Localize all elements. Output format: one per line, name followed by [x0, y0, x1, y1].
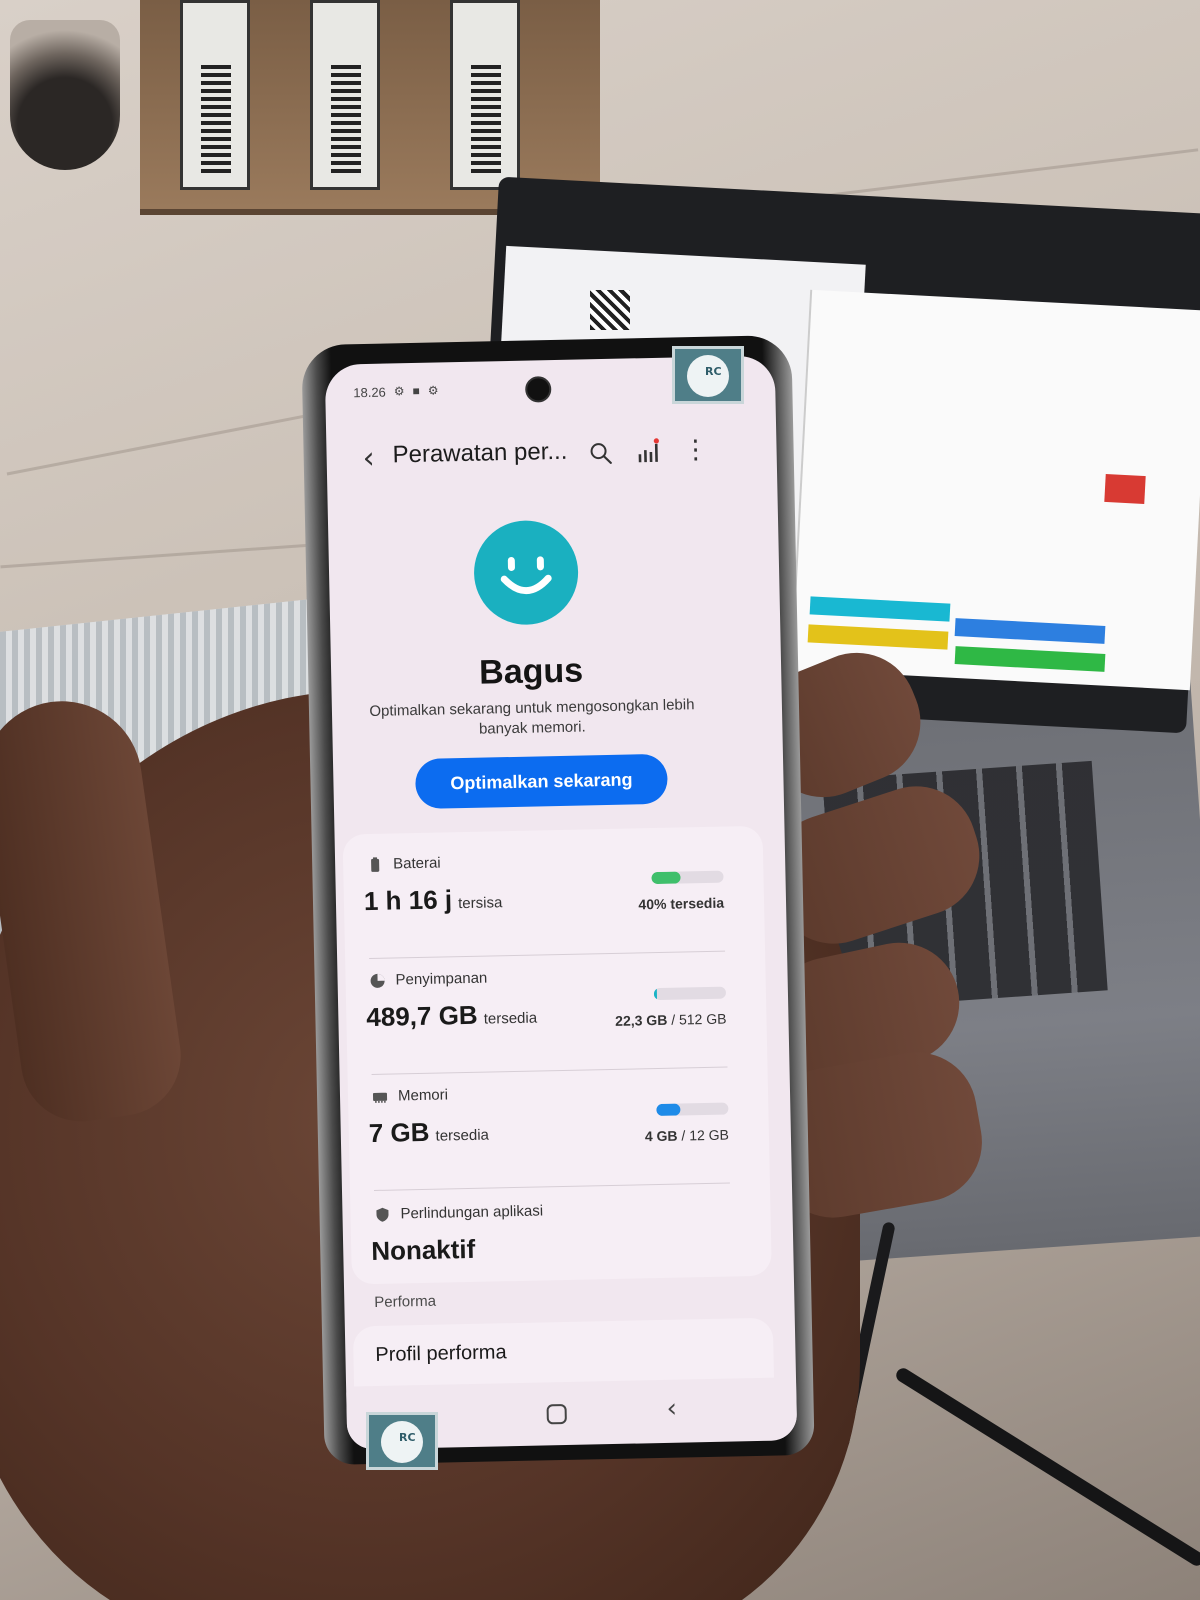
storage-used: 22,3 GB	[615, 1011, 668, 1029]
battery-value: 1 h 16 j tersisa	[364, 883, 503, 917]
battery-meter	[651, 870, 724, 885]
storage-meter	[653, 986, 727, 1001]
back-chevron-icon[interactable]: ‹	[350, 440, 387, 477]
battery-row[interactable]: Baterai 1 h 16 j tersisa 40% tersedia	[364, 849, 725, 956]
stats-icon[interactable]	[636, 438, 661, 464]
storage-header: Penyimpanan	[369, 970, 487, 989]
battery-meter-fill	[651, 871, 681, 885]
box-label	[450, 0, 520, 190]
gear-icon: ⚙	[427, 383, 439, 398]
storage-suffix: tersedia	[483, 1009, 538, 1028]
rc-sticker-bottom: RC	[366, 1412, 438, 1470]
performance-profile-item[interactable]: Profil performa	[352, 1317, 774, 1387]
battery-available: 40% tersedia	[638, 895, 724, 913]
back-button-icon[interactable]: ‹	[666, 1394, 677, 1424]
battery-icon	[371, 856, 380, 872]
storage-label: Penyimpanan	[395, 969, 488, 989]
search-icon[interactable]	[588, 441, 612, 465]
storage-meter-fill	[653, 988, 658, 1001]
care-status-description: Optimalkan sekarang untuk mengosongkan l…	[369, 696, 695, 738]
storage-usage: 22,3 GB / 512 GB	[615, 1011, 727, 1029]
more-vert-icon[interactable]: ⋮	[682, 433, 709, 467]
rc-sticker-top: RC	[672, 346, 744, 404]
app-protection-label: Perlindungan aplikasi	[400, 1202, 544, 1223]
storage-free: 489,7 GB	[366, 999, 478, 1033]
memory-usage: 4 GB / 12 GB	[645, 1127, 729, 1145]
box-label	[180, 0, 250, 190]
battery-available-text: 40% tersedia	[638, 894, 725, 913]
performance-profile-label: Profil performa	[375, 1341, 507, 1366]
app-protection-header: Perlindungan aplikasi	[374, 1202, 543, 1223]
battery-header: Baterai	[367, 855, 441, 874]
device-care-card: Baterai 1 h 16 j tersisa 40% tersedia Pen…	[342, 825, 772, 1285]
memory-header: Memori	[372, 1086, 448, 1105]
smiley-face-icon	[473, 519, 580, 626]
app-protection-row[interactable]: Perlindungan aplikasi Nonaktif	[370, 1199, 732, 1306]
app-protection-value: Nonaktif	[370, 1233, 476, 1267]
optimize-now-button[interactable]: Optimalkan sekarang	[414, 753, 668, 810]
care-status-title: Bagus	[478, 651, 584, 692]
storage-row[interactable]: Penyimpanan 489,7 GB tersedia 22,3 GB / 5…	[366, 965, 727, 1072]
memory-total: / 12 GB	[681, 1126, 730, 1144]
front-camera	[524, 376, 552, 403]
screen-bar	[1104, 473, 1146, 505]
battery-suffix: tersisa	[457, 894, 503, 913]
performance-section-header: Performa	[374, 1292, 437, 1311]
storage-value: 489,7 GB tersedia	[366, 999, 537, 1034]
sticker-logo-text: RC	[705, 365, 722, 378]
memory-suffix: tersedia	[435, 1126, 490, 1145]
shield-icon	[376, 1207, 389, 1222]
memory-value: 7 GB tersedia	[368, 1116, 489, 1150]
memory-meter	[656, 1102, 729, 1117]
storage-pie-icon	[370, 973, 385, 988]
status-time: 18.26	[353, 384, 386, 400]
memory-free: 7 GB	[368, 1116, 430, 1149]
settings-icon: ⚙	[393, 384, 405, 399]
memory-label: Memori	[397, 1086, 449, 1105]
qr-code	[590, 290, 630, 330]
memory-used: 4 GB	[644, 1127, 678, 1145]
bag-icon: ■	[412, 383, 420, 398]
memory-chip-icon	[372, 1092, 388, 1103]
home-button-icon[interactable]	[546, 1403, 567, 1425]
memory-row[interactable]: Memori 7 GB tersedia 4 GB / 12 GB	[368, 1081, 730, 1188]
battery-label: Baterai	[392, 854, 441, 873]
box-label	[310, 0, 380, 190]
cup-object	[10, 20, 120, 170]
storage-total: / 512 GB	[671, 1010, 727, 1028]
phone-screen: 18.26 ⚙ ■ ⚙ ‹ Perawatan per... ⋮ Bagus O…	[324, 355, 798, 1450]
status-bar: 18.26 ⚙ ■ ⚙	[353, 380, 439, 402]
app-bar: ‹ Perawatan per... ⋮	[326, 427, 777, 480]
memory-meter-fill	[656, 1103, 681, 1117]
page-title: Perawatan per...	[392, 437, 568, 469]
battery-time: 1 h 16 j	[363, 884, 453, 917]
sticker-logo-text: RC	[399, 1431, 416, 1444]
